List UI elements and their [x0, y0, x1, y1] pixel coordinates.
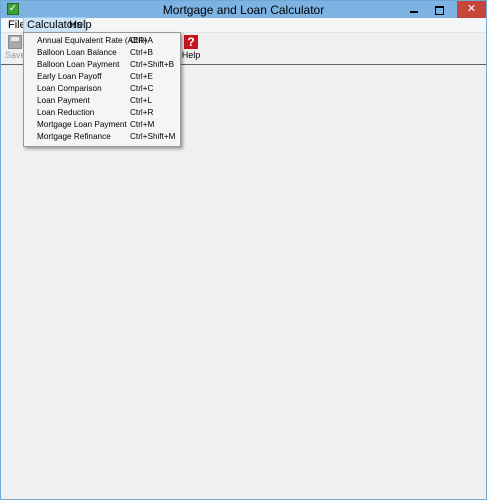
- menu-item-shortcut: Ctrl+E: [130, 72, 153, 81]
- help-label: Help: [181, 50, 201, 60]
- menu-item-label: Mortgage Loan Payment: [37, 120, 127, 129]
- minimize-button[interactable]: [403, 1, 425, 18]
- menu-item-loan-comparison[interactable]: Loan Comparison Ctrl+C: [24, 83, 180, 95]
- maximize-button[interactable]: [429, 1, 451, 18]
- calculators-dropdown-menu: Annual Equivalent Rate (AER) Ctrl+A Ball…: [23, 32, 181, 147]
- menu-item-label: Balloon Loan Payment: [37, 60, 120, 69]
- menu-item-loan-payment[interactable]: Loan Payment Ctrl+L: [24, 95, 180, 107]
- save-button[interactable]: Save: [5, 35, 26, 60]
- menu-item-shortcut: Ctrl+B: [130, 48, 153, 57]
- menu-item-shortcut: Ctrl+L: [130, 96, 153, 105]
- menu-item-label: Loan Reduction: [37, 108, 95, 117]
- menu-item-shortcut: Ctrl+C: [130, 84, 154, 93]
- menu-item-mortgage-loan-payment[interactable]: Mortgage Loan Payment Ctrl+M: [24, 119, 180, 131]
- help-button[interactable]: ? Help: [181, 35, 201, 60]
- menu-item-early-loan-payoff[interactable]: Early Loan Payoff Ctrl+E: [24, 71, 180, 83]
- menu-item-shortcut: Ctrl+Shift+B: [130, 60, 175, 69]
- menu-item-shortcut: Ctrl+Shift+M: [130, 132, 176, 141]
- help-icon: ?: [184, 35, 198, 49]
- menu-item-loan-reduction[interactable]: Loan Reduction Ctrl+R: [24, 107, 180, 119]
- menu-item-label: Early Loan Payoff: [37, 72, 102, 81]
- menu-item-shortcut: Ctrl+M: [130, 120, 155, 129]
- title-bar[interactable]: ✓ Mortgage and Loan Calculator ✕: [1, 1, 486, 18]
- close-button[interactable]: ✕: [457, 1, 486, 18]
- app-window: ✓ Mortgage and Loan Calculator ✕ File Ca…: [0, 0, 487, 500]
- menu-item-label: Loan Payment: [37, 96, 90, 105]
- menu-item-label: Balloon Loan Balance: [37, 48, 117, 57]
- menu-help[interactable]: Help: [66, 18, 95, 32]
- menu-item-balloon-loan-balance[interactable]: Balloon Loan Balance Ctrl+B: [24, 47, 180, 59]
- menu-item-shortcut: Ctrl+R: [130, 108, 154, 117]
- menu-item-label: Loan Comparison: [37, 84, 102, 93]
- save-icon: [8, 35, 22, 49]
- menu-item-aer[interactable]: Annual Equivalent Rate (AER) Ctrl+A: [24, 35, 180, 47]
- menu-item-label: Mortgage Refinance: [37, 132, 111, 141]
- menu-item-balloon-loan-payment[interactable]: Balloon Loan Payment Ctrl+Shift+B: [24, 59, 180, 71]
- menu-bar: File Calculators Help: [1, 17, 486, 33]
- menu-item-shortcut: Ctrl+A: [130, 36, 153, 45]
- menu-item-mortgage-refinance[interactable]: Mortgage Refinance Ctrl+Shift+M: [24, 131, 180, 143]
